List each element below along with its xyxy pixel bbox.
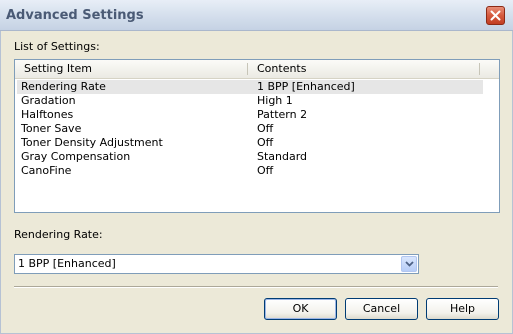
rendering-rate-select[interactable]: 1 BPP [Enhanced] [14, 254, 419, 274]
setting-item-cell: Halftones [21, 108, 74, 121]
column-header-contents[interactable]: Contents [248, 60, 479, 78]
list-of-settings-label: List of Settings: [14, 40, 100, 53]
column-divider[interactable] [479, 63, 480, 75]
list-header: Setting Item Contents [15, 60, 499, 79]
setting-item-cell: Toner Save [21, 122, 82, 135]
window-title: Advanced Settings [6, 8, 144, 23]
table-row[interactable]: Rendering Rate 1 BPP [Enhanced] [17, 80, 483, 94]
table-row[interactable]: Halftones Pattern 2 [17, 108, 483, 122]
contents-cell: Off [257, 122, 274, 135]
setting-item-cell: Rendering Rate [21, 80, 106, 93]
contents-cell: High 1 [257, 94, 293, 107]
contents-cell: Off [257, 164, 274, 177]
contents-cell: 1 BPP [Enhanced] [257, 80, 355, 93]
setting-item-cell: Gray Compensation [21, 150, 131, 163]
dropdown-button[interactable] [401, 256, 417, 272]
table-row[interactable]: Toner Density Adjustment Off [17, 136, 483, 150]
contents-cell: Standard [257, 150, 308, 163]
help-button[interactable]: Help [426, 298, 499, 320]
column-header-setting-item[interactable]: Setting Item [15, 60, 247, 78]
title-bar: Advanced Settings [0, 0, 513, 31]
table-row[interactable]: Gray Compensation Standard [17, 150, 483, 164]
cancel-button[interactable]: Cancel [345, 298, 418, 320]
settings-list[interactable]: Setting Item Contents Rendering Rate 1 B… [14, 59, 500, 213]
setting-item-cell: Gradation [21, 94, 76, 107]
ok-button[interactable]: OK [264, 298, 337, 320]
setting-item-cell: CanoFine [21, 164, 72, 177]
contents-cell: Pattern 2 [257, 108, 308, 121]
table-row[interactable]: CanoFine Off [17, 164, 483, 178]
table-row[interactable]: Toner Save Off [17, 122, 483, 136]
separator [14, 286, 498, 288]
rendering-rate-value: 1 BPP [Enhanced] [18, 257, 116, 270]
chevron-down-icon [404, 261, 414, 267]
close-icon [490, 10, 501, 21]
close-button[interactable] [486, 6, 505, 25]
rendering-rate-label: Rendering Rate: [14, 228, 103, 241]
table-row[interactable]: Gradation High 1 [17, 94, 483, 108]
contents-cell: Off [257, 136, 274, 149]
setting-item-cell: Toner Density Adjustment [21, 136, 163, 149]
